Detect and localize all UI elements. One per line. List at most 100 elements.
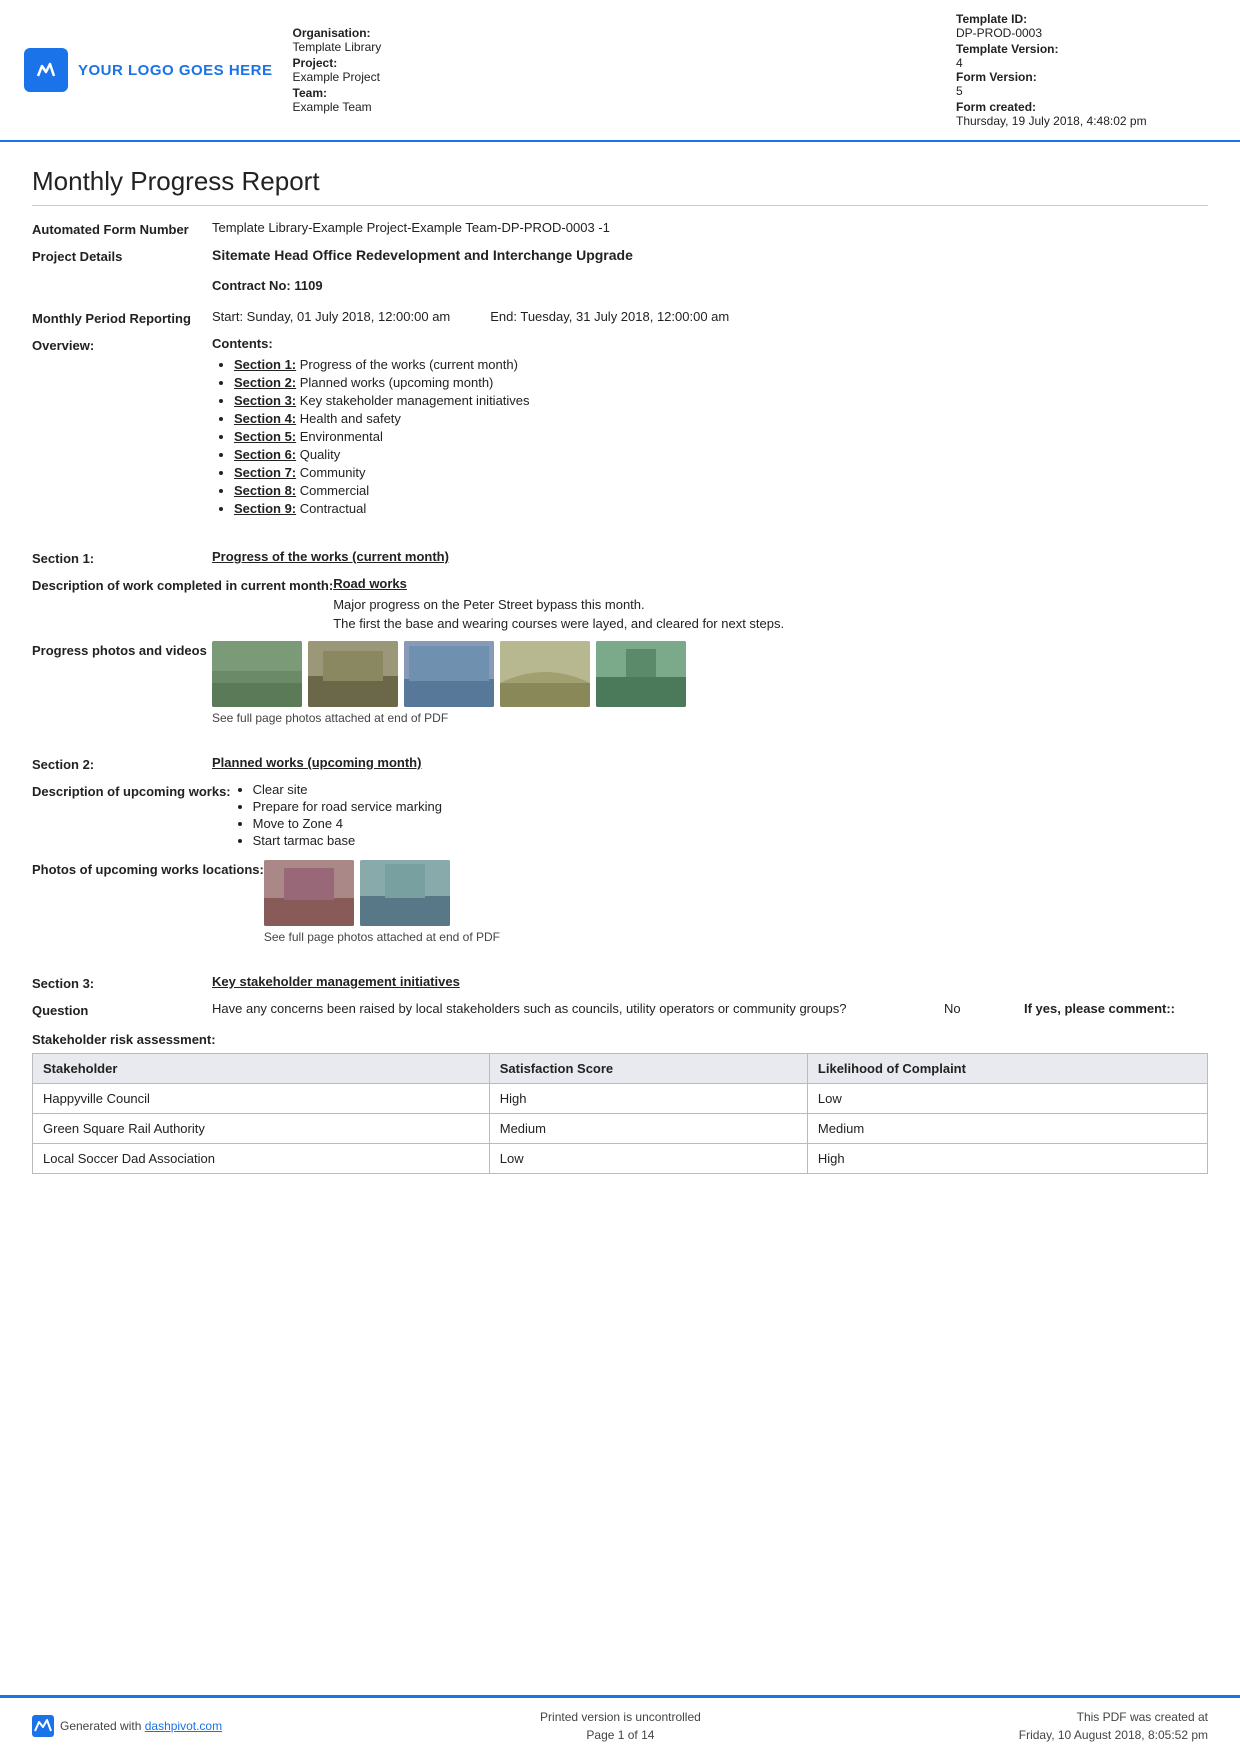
table-row: Green Square Rail Authority Medium Mediu…: [33, 1114, 1208, 1144]
stakeholder-name: Green Square Rail Authority: [33, 1114, 490, 1144]
section9-link[interactable]: Section 9:: [234, 501, 296, 516]
question-comment-label: If yes, please comment::: [1008, 1001, 1208, 1016]
stakeholder-name: Local Soccer Dad Association: [33, 1144, 490, 1174]
section7-link[interactable]: Section 7:: [234, 465, 296, 480]
table-header-stakeholder: Stakeholder: [33, 1054, 490, 1084]
photo-thumb: [596, 641, 686, 707]
list-item: Section 3: Key stakeholder management in…: [234, 393, 1208, 408]
main-content: Monthly Progress Report Automated Form N…: [0, 142, 1240, 1695]
stakeholder-section: Stakeholder risk assessment: Stakeholder…: [32, 1032, 1208, 1174]
desc-upcoming-label: Description of upcoming works:: [32, 782, 231, 850]
photo-thumb: [360, 860, 450, 926]
progress-photos-row: Progress photos and videos: [32, 641, 1208, 725]
header-meta: Organisation: Template Library Project: …: [293, 12, 936, 128]
section3-link[interactable]: Section 3:: [234, 393, 296, 408]
page-header: YOUR LOGO GOES HERE Organisation: Templa…: [0, 0, 1240, 142]
question-text: Have any concerns been raised by local s…: [212, 1001, 928, 1016]
desc-work-text2: The first the base and wearing courses w…: [333, 616, 1208, 631]
period-dates: Start: Sunday, 01 July 2018, 12:00:00 am…: [212, 309, 1208, 324]
footer-logo-icon: [32, 1715, 54, 1737]
list-item: Move to Zone 4: [253, 816, 1208, 831]
section2-header: Section 2: Planned works (upcoming month…: [32, 755, 1208, 772]
section2-label: Section 2:: [32, 755, 212, 772]
logo-area: YOUR LOGO GOES HERE: [24, 12, 273, 128]
section8-link[interactable]: Section 8:: [234, 483, 296, 498]
question-field-label: Question: [32, 1001, 212, 1018]
period-value: Start: Sunday, 01 July 2018, 12:00:00 am…: [212, 309, 1208, 326]
photo-thumb: [264, 860, 354, 926]
section1-header: Section 1: Progress of the works (curren…: [32, 549, 1208, 566]
section3-title: Key stakeholder management initiatives: [212, 974, 460, 991]
section5-link[interactable]: Section 5:: [234, 429, 296, 444]
project-details-row: Project Details Sitemate Head Office Red…: [32, 247, 1208, 293]
list-item: Start tarmac base: [253, 833, 1208, 848]
upcoming-photo-caption: See full page photos attached at end of …: [264, 930, 1208, 944]
stakeholder-table: Stakeholder Satisfaction Score Likelihoo…: [32, 1053, 1208, 1174]
photo-thumb: [308, 641, 398, 707]
desc-upcoming-row: Description of upcoming works: Clear sit…: [32, 782, 1208, 850]
photo-strip: [212, 641, 1208, 707]
project-details-label: Project Details: [32, 247, 212, 293]
logo-icon: [24, 48, 68, 92]
question-field-row: Question Have any concerns been raised b…: [32, 1001, 1208, 1018]
footer-uncontrolled: Printed version is uncontrolled: [540, 1708, 701, 1726]
list-item: Clear site: [253, 782, 1208, 797]
period-row: Monthly Period Reporting Start: Sunday, …: [32, 309, 1208, 326]
likelihood-complaint: Low: [807, 1084, 1207, 1114]
overview-row: Overview: Contents: Section 1: Progress …: [32, 336, 1208, 519]
footer-link[interactable]: dashpivot.com: [145, 1719, 222, 1733]
period-label: Monthly Period Reporting: [32, 309, 212, 326]
list-item: Prepare for road service marking: [253, 799, 1208, 814]
list-item: Section 2: Planned works (upcoming month…: [234, 375, 1208, 390]
list-item: Section 1: Progress of the works (curren…: [234, 357, 1208, 372]
likelihood-complaint: Medium: [807, 1114, 1207, 1144]
section1-link[interactable]: Section 1:: [234, 357, 296, 372]
satisfaction-score: High: [489, 1084, 807, 1114]
question-content: Have any concerns been raised by local s…: [212, 1001, 1208, 1016]
period-start: Start: Sunday, 01 July 2018, 12:00:00 am: [212, 309, 450, 324]
desc-work-label: Description of work completed in current…: [32, 576, 333, 631]
list-item: Section 9: Contractual: [234, 501, 1208, 516]
contents-label: Contents:: [212, 336, 1208, 351]
project-details-text: Sitemate Head Office Redevelopment and I…: [212, 247, 1208, 263]
table-row: Local Soccer Dad Association Low High: [33, 1144, 1208, 1174]
form-created-row: Form created: Thursday, 19 July 2018, 4:…: [956, 100, 1216, 128]
header-right: Template ID: DP-PROD-0003 Template Versi…: [956, 12, 1216, 128]
footer-right: This PDF was created at Friday, 10 Augus…: [1019, 1708, 1208, 1744]
template-version-row: Template Version: 4 Form Version: 5: [956, 42, 1216, 98]
contents-list: Section 1: Progress of the works (curren…: [212, 357, 1208, 516]
photos-upcoming-row: Photos of upcoming works locations: See …: [32, 860, 1208, 944]
desc-work-value: Road works Major progress on the Peter S…: [333, 576, 1208, 631]
question-answer: No: [928, 1001, 1008, 1016]
footer-left: Generated with dashpivot.com: [32, 1715, 222, 1737]
satisfaction-score: Low: [489, 1144, 807, 1174]
photo-thumb: [500, 641, 590, 707]
likelihood-complaint: High: [807, 1144, 1207, 1174]
list-item: Section 6: Quality: [234, 447, 1208, 462]
contract-no: Contract No: 1109: [212, 278, 1208, 293]
footer-page: Page 1 of 14: [540, 1726, 701, 1744]
logo-text: YOUR LOGO GOES HERE: [78, 62, 273, 79]
photo-thumb: [212, 641, 302, 707]
footer-center: Printed version is uncontrolled Page 1 o…: [540, 1708, 701, 1744]
report-title: Monthly Progress Report: [32, 166, 1208, 206]
section2-title: Planned works (upcoming month): [212, 755, 421, 772]
section4-link[interactable]: Section 4:: [234, 411, 296, 426]
section6-link[interactable]: Section 6:: [234, 447, 296, 462]
desc-work-row: Description of work completed in current…: [32, 576, 1208, 631]
form-number-label: Automated Form Number: [32, 220, 212, 237]
section1-title: Progress of the works (current month): [212, 549, 449, 566]
org-row: Organisation: Template Library: [293, 26, 936, 54]
desc-work-subtitle: Road works: [333, 576, 1208, 591]
period-end: End: Tuesday, 31 July 2018, 12:00:00 am: [490, 309, 729, 324]
desc-work-text1: Major progress on the Peter Street bypas…: [333, 597, 1208, 612]
section2-link[interactable]: Section 2:: [234, 375, 296, 390]
upcoming-photo-strip: [264, 860, 1208, 926]
photo-caption: See full page photos attached at end of …: [212, 711, 1208, 725]
list-item: Section 4: Health and safety: [234, 411, 1208, 426]
question-row-content: Have any concerns been raised by local s…: [212, 1001, 1208, 1018]
overview-value: Contents: Section 1: Progress of the wor…: [212, 336, 1208, 519]
section1-label: Section 1:: [32, 549, 212, 566]
satisfaction-score: Medium: [489, 1114, 807, 1144]
table-header-likelihood: Likelihood of Complaint: [807, 1054, 1207, 1084]
